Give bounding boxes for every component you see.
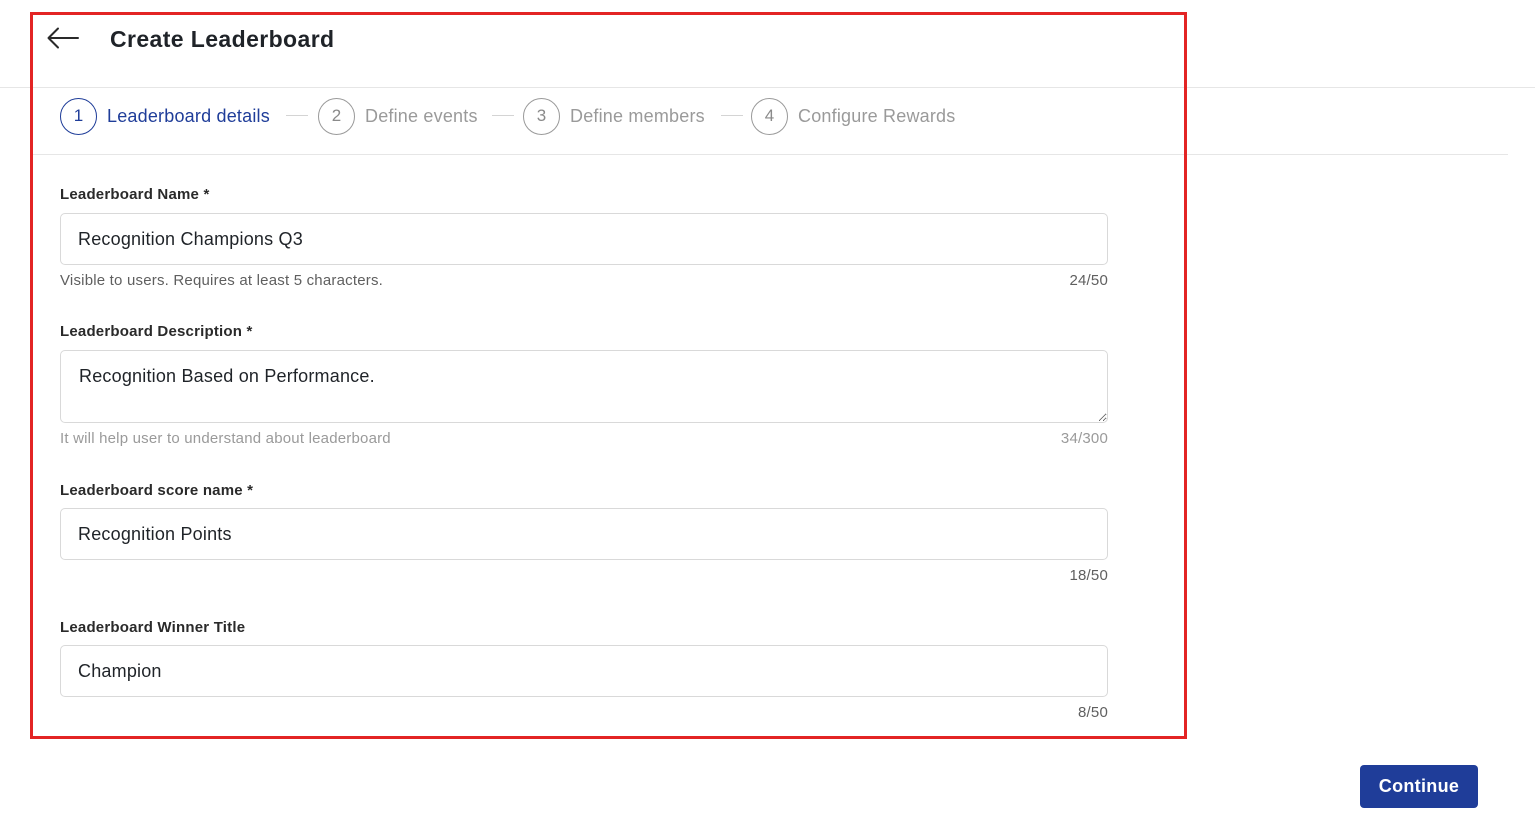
- leaderboard-description-label: Leaderboard Description *: [60, 323, 253, 340]
- step-connector: [286, 115, 308, 116]
- leaderboard-name-input[interactable]: [60, 213, 1108, 265]
- leaderboard-description-helper: It will help user to understand about le…: [60, 430, 391, 447]
- step-label: Leaderboard details: [107, 105, 270, 126]
- arrow-left-icon: [47, 27, 79, 49]
- step-leaderboard-details[interactable]: 1 Leaderboard details: [60, 97, 270, 135]
- page-title: Create Leaderboard: [110, 26, 335, 52]
- step-number: 3: [523, 97, 560, 135]
- step-label: Define events: [365, 105, 478, 126]
- step-connector: [492, 115, 514, 116]
- step-label: Configure Rewards: [798, 105, 956, 126]
- leaderboard-score-name-input[interactable]: [60, 508, 1108, 560]
- top-bar: Create Leaderboard: [0, 0, 1535, 88]
- leaderboard-name-label: Leaderboard Name *: [60, 186, 210, 203]
- step-number: 1: [60, 97, 97, 135]
- leaderboard-description-textarea[interactable]: Recognition Based on Performance.: [60, 350, 1108, 423]
- stepper: 1 Leaderboard details 2 Define events 3 …: [33, 88, 1508, 155]
- step-connector: [721, 115, 743, 116]
- step-configure-rewards[interactable]: 4 Configure Rewards: [751, 97, 955, 135]
- leaderboard-score-name-counter: 18/50: [1069, 567, 1108, 584]
- leaderboard-winner-title-input[interactable]: [60, 645, 1108, 697]
- step-number: 4: [751, 97, 788, 135]
- step-number: 2: [318, 97, 355, 135]
- continue-button[interactable]: Continue: [1360, 765, 1478, 808]
- back-button[interactable]: [46, 24, 80, 52]
- leaderboard-description-counter: 34/300: [1060, 430, 1108, 447]
- leaderboard-winner-title-counter: 8/50: [1078, 704, 1108, 721]
- step-define-members[interactable]: 3 Define members: [523, 97, 705, 135]
- leaderboard-name-helper: Visible to users. Requires at least 5 ch…: [60, 272, 384, 289]
- leaderboard-winner-title-label: Leaderboard Winner Title: [60, 619, 246, 636]
- step-label: Define members: [570, 105, 705, 126]
- leaderboard-name-counter: 24/50: [1069, 272, 1108, 289]
- leaderboard-score-name-label: Leaderboard score name *: [60, 482, 254, 499]
- step-define-events[interactable]: 2 Define events: [318, 97, 478, 135]
